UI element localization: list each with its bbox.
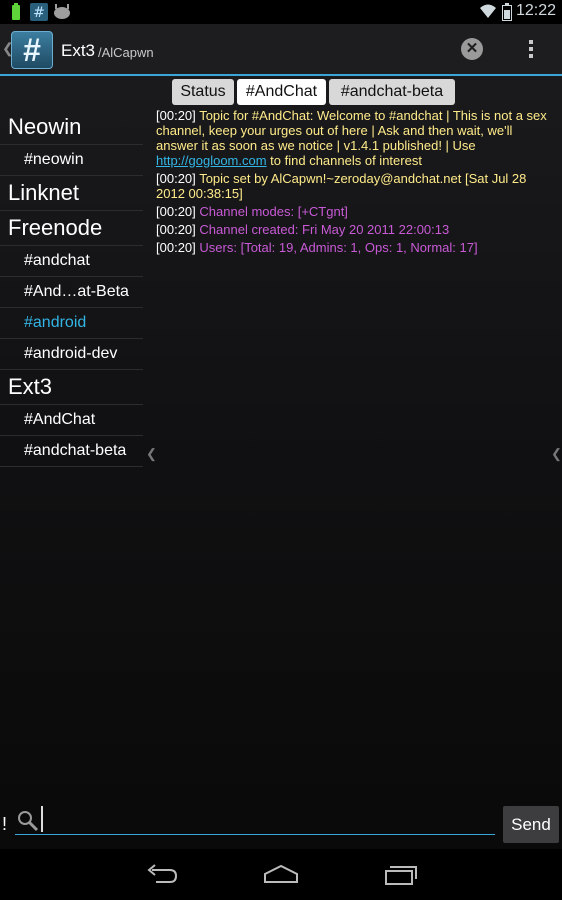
message-log: [00:20] Topic for #AndChat: Welcome to #… [156, 108, 548, 258]
sidebar-server-linknet[interactable]: Linknet [0, 176, 143, 211]
log-line: [00:20] Topic set by AlCapwn!~zeroday@an… [156, 171, 527, 201]
close-channel-icon[interactable]: ✕ [461, 38, 483, 60]
sidebar-channel[interactable]: #andchat-beta [0, 436, 143, 467]
log-line: [00:20] Channel created: Fri May 20 2011… [156, 222, 450, 237]
chevron-left-icon[interactable]: ❮ [551, 446, 562, 462]
message-input-container [15, 806, 495, 835]
message-input[interactable] [41, 806, 491, 832]
home-icon[interactable] [263, 862, 299, 886]
sidebar-channel[interactable]: #And…at-Beta [0, 277, 143, 308]
sidebar: Neowin #neowin Linknet Freenode #andchat… [0, 110, 143, 467]
sidebar-server-freenode[interactable]: Freenode [0, 211, 143, 246]
chevron-left-icon[interactable]: ❮ [146, 446, 157, 462]
status-bar: # 12:22 [0, 0, 562, 24]
log-line: [00:20] Topic for #AndChat: Welcome to #… [156, 108, 547, 168]
window-title: Ext3 [61, 41, 96, 60]
sidebar-channel[interactable]: #neowin [0, 145, 143, 176]
sidebar-channel[interactable]: #AndChat [0, 405, 143, 436]
sidebar-server-neowin[interactable]: Neowin [0, 110, 143, 145]
svg-text:#: # [33, 5, 45, 21]
android-icon [54, 4, 70, 19]
tab-andchat-beta[interactable]: #andchat-beta [329, 79, 455, 105]
command-prefix[interactable]: ! [2, 814, 7, 835]
navigation-bar [0, 849, 562, 900]
clock: 12:22 [515, 2, 556, 19]
battery-icon [502, 3, 512, 21]
log-line: [00:20] Users: [Total: 19, Admins: 1, Op… [156, 240, 478, 255]
search-icon[interactable] [17, 810, 39, 832]
tab-status[interactable]: Status [172, 79, 234, 105]
recent-apps-icon[interactable] [384, 862, 418, 886]
action-bar: ❮ # Ext3 /AlCapwn ✕ [0, 24, 562, 74]
tab-andchat[interactable]: #AndChat [237, 79, 326, 105]
sidebar-server-ext3[interactable]: Ext3 [0, 370, 143, 405]
topic-link[interactable]: http://gogloom.com [156, 153, 267, 168]
overflow-menu-icon[interactable] [525, 37, 537, 63]
log-line: [00:20] Channel modes: [+CTgnt] [156, 204, 348, 219]
back-icon[interactable] [146, 862, 178, 886]
window-subtitle: /AlCapwn [98, 45, 154, 60]
sidebar-channel-selected[interactable]: #android [0, 308, 143, 339]
sidebar-channel[interactable]: #android-dev [0, 339, 143, 370]
sidebar-channel[interactable]: #andchat [0, 246, 143, 277]
wifi-icon [480, 4, 496, 18]
andchat-notification-icon: # [30, 3, 48, 21]
action-bar-divider [0, 74, 562, 76]
battery-small-icon [12, 3, 20, 20]
send-button[interactable]: Send [503, 806, 559, 843]
app-icon[interactable]: # [11, 31, 53, 69]
